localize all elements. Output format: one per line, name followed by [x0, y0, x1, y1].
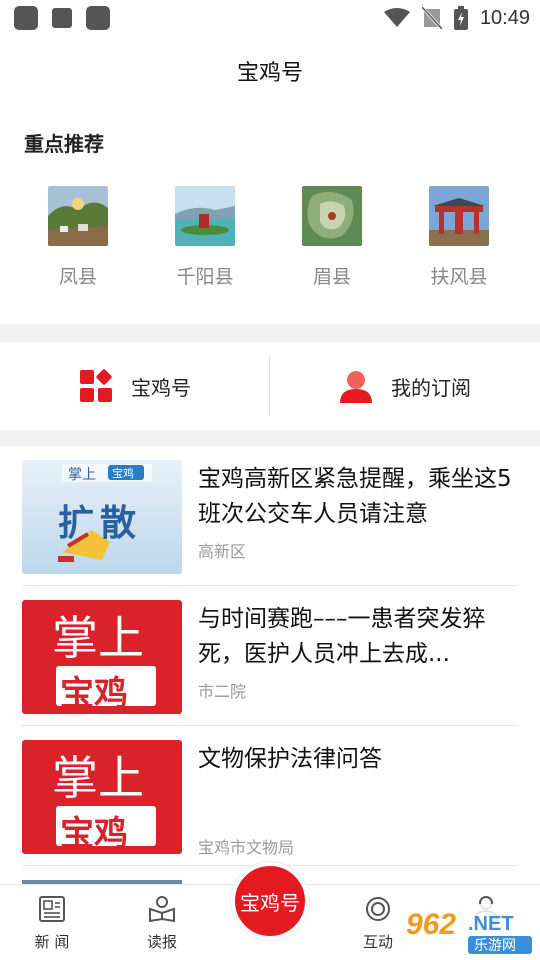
- recommended-item-meixian[interactable]: 眉县: [277, 186, 387, 289]
- thumbnail-text: 掌上: [52, 751, 144, 805]
- page-title: 宝鸡号: [236, 61, 303, 86]
- county-thumbnail: [175, 186, 235, 246]
- clock: 10:49: [479, 6, 530, 29]
- news-thumbnail: 掌上 宝鸡: [22, 740, 182, 854]
- section-heading-recommended: 重点推荐: [24, 132, 104, 156]
- center-button-label: 宝鸡号: [240, 890, 300, 915]
- recommended-item-fufengxian[interactable]: 扶风县: [404, 186, 514, 289]
- recommended-item-label: 眉县: [312, 266, 351, 288]
- recommended-item-qianyang[interactable]: 千阳县: [150, 186, 260, 289]
- recommended-item-label: 扶风县: [430, 266, 488, 288]
- county-thumbnail: [48, 186, 108, 246]
- thumbnail-text: 扩散: [58, 503, 143, 544]
- news-title: 文物保护法律问答: [198, 746, 382, 772]
- tab-my-subscriptions[interactable]: 我的订阅: [270, 342, 540, 430]
- news-source: 宝鸡市文物局: [198, 838, 295, 857]
- recommended-item-label: 凤县: [58, 266, 97, 288]
- county-thumbnail: [302, 186, 362, 246]
- news-item[interactable]: 掌上 宝鸡 扩散 宝鸡高新区紧急提醒，乘坐这5班次公交车人员请注意 高新区: [22, 446, 518, 586]
- reader-icon: [149, 896, 175, 923]
- tab-label: 宝鸡号: [131, 375, 191, 400]
- nav-item-reader[interactable]: 读报: [132, 895, 192, 952]
- thumbnail-text: 宝鸡: [60, 814, 128, 854]
- newspaper-icon: [39, 896, 65, 922]
- svg-text:乐游网: 乐游网: [474, 938, 516, 954]
- news-item[interactable]: 掌上 宝鸡 文物保护法律问答 宝鸡市文物局: [22, 726, 518, 866]
- news-thumbnail: 掌上 宝鸡 扩散: [22, 460, 182, 574]
- channel-tabs: 宝鸡号 我的订阅: [0, 342, 540, 430]
- notification-square-icon: [86, 6, 110, 30]
- status-bar: 10:49: [0, 0, 540, 36]
- baojihao-center-button[interactable]: 宝鸡号: [231, 862, 309, 940]
- nav-item-news[interactable]: 新 闻: [22, 895, 82, 952]
- nav-item-interaction[interactable]: 互动: [348, 895, 408, 952]
- nav-label: 互动: [362, 933, 393, 951]
- user-icon: [340, 371, 372, 403]
- thumbnail-text: 宝鸡: [60, 674, 128, 714]
- section-divider: [0, 430, 540, 446]
- svg-text:.NET: .NET: [468, 913, 514, 935]
- county-thumbnail: [429, 186, 489, 246]
- news-title: 宝鸡高新区紧急提醒，乘坐这5班次公交车人员请注意: [198, 466, 512, 527]
- wifi-icon: [383, 8, 410, 27]
- nav-label: 读报: [146, 933, 177, 951]
- grid-diamond-icon: [80, 369, 112, 402]
- news-source: 市二院: [198, 682, 247, 701]
- interaction-icon: [366, 897, 390, 921]
- news-thumbnail: 掌上 宝鸡: [22, 600, 182, 714]
- nav-label: 新 闻: [34, 933, 70, 951]
- watermark-logo: 962 .NET 乐游网: [402, 904, 536, 956]
- thumbnail-badge: 宝鸡: [112, 467, 134, 480]
- recommended-item-fengxian[interactable]: 凤县: [23, 186, 133, 289]
- notification-square-icon: [52, 8, 72, 28]
- thumbnail-text: 掌上: [68, 467, 96, 483]
- battery-charging-icon: [453, 6, 468, 30]
- news-item[interactable]: 掌上 宝鸡 与时间赛跑–––一患者突发猝死，医护人员冲上去成... 市二院: [22, 586, 518, 726]
- title-bar: 宝鸡号: [0, 36, 540, 106]
- notification-square-icon: [14, 6, 38, 30]
- tab-label: 我的订阅: [391, 375, 471, 400]
- thumbnail-text: 掌上: [52, 611, 144, 665]
- section-divider: [0, 324, 540, 342]
- recommended-list: 凤县 千阳县 眉县 扶风县: [0, 186, 540, 296]
- no-signal-icon: [421, 7, 442, 29]
- recommended-item-label: 千阳县: [176, 266, 234, 288]
- svg-text:962: 962: [406, 908, 456, 941]
- tab-baojihao[interactable]: 宝鸡号: [0, 342, 270, 430]
- news-title: 与时间赛跑–––一患者突发猝死，医护人员冲上去成...: [198, 606, 486, 667]
- news-source: 高新区: [198, 542, 247, 561]
